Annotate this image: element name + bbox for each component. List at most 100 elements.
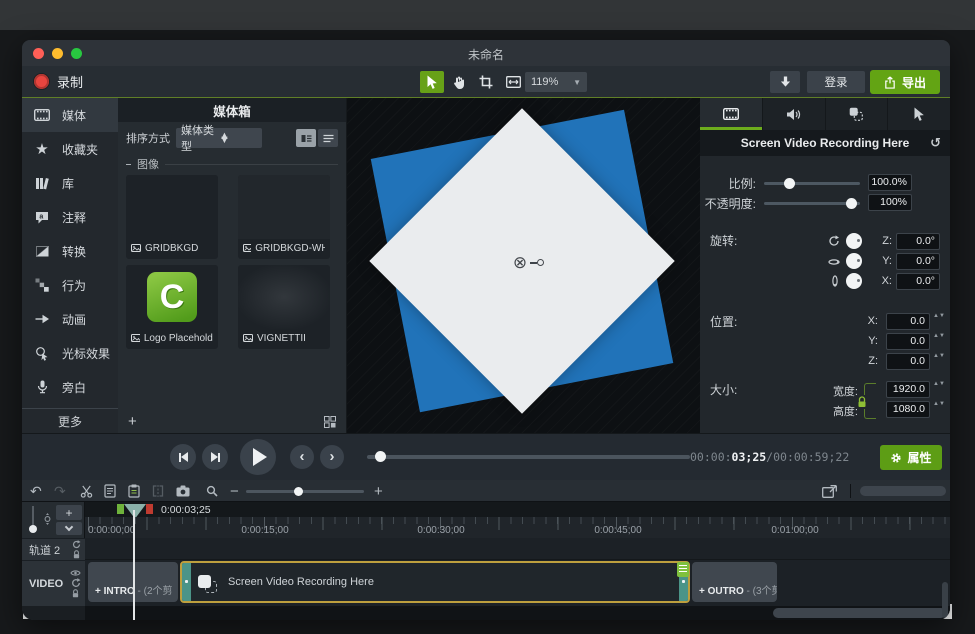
height-stepper[interactable]: ▲▼: [933, 402, 945, 407]
sidebar-item-animations[interactable]: 动画: [22, 302, 118, 336]
lock-icon[interactable]: [72, 550, 81, 559]
width-stepper[interactable]: ▲▼: [933, 382, 945, 387]
tab-video-properties[interactable]: [700, 98, 763, 130]
redo-button[interactable]: ↷: [54, 480, 66, 502]
tab-audio-properties[interactable]: [763, 98, 826, 130]
zoom-out-button[interactable]: −: [230, 480, 239, 502]
position-x-field[interactable]: 0.0: [886, 313, 930, 330]
sidebar-item-behaviors[interactable]: 行为: [22, 268, 118, 302]
download-button[interactable]: [770, 71, 800, 93]
outro-placeholder-clip[interactable]: + OUTRO - (3个剪: [692, 562, 777, 602]
track-lane-video[interactable]: + INTRO - (2个剪 Screen Video Recording He…: [85, 560, 950, 606]
rotation-y-field[interactable]: 0.0°: [896, 253, 940, 270]
media-item-gridbkgd[interactable]: GRIDBKGD: [126, 175, 218, 259]
rotate-y-knob[interactable]: [846, 253, 862, 269]
reset-properties-icon[interactable]: ↺: [930, 130, 941, 156]
tab-visual-effects[interactable]: [826, 98, 889, 130]
track-options-button[interactable]: [56, 522, 82, 535]
rotation-x-field[interactable]: 0.0°: [896, 273, 940, 290]
export-frame-icon[interactable]: [822, 480, 837, 502]
timeline-ruler[interactable]: 0:00:00;00 0:00:15;00 0:00:30;00 0:00:45…: [85, 517, 950, 538]
track-header-video[interactable]: VIDEO: [22, 560, 85, 606]
clip-trim-handle-left[interactable]: [182, 563, 191, 601]
in-point-marker[interactable]: [117, 504, 124, 514]
sort-by-dropdown[interactable]: 媒体类型 ▲▼: [176, 128, 262, 148]
track-header-track2[interactable]: 轨道 2: [22, 538, 85, 560]
scale-slider[interactable]: [764, 182, 860, 185]
opacity-slider-thumb[interactable]: [846, 198, 857, 209]
rotation-handle[interactable]: [537, 259, 544, 266]
group-grid-icon[interactable]: [324, 416, 336, 428]
scrubber-thumb[interactable]: [375, 451, 386, 462]
loop-icon[interactable]: [71, 578, 81, 588]
rotate-x-knob[interactable]: [846, 273, 862, 289]
height-field[interactable]: 1080.0: [886, 401, 930, 418]
record-button[interactable]: 录制: [34, 72, 83, 91]
track-lane-track2[interactable]: [85, 538, 950, 560]
position-y-field[interactable]: 0.0: [886, 333, 930, 350]
timeline-horizontal-scrollbar[interactable]: [773, 608, 946, 618]
login-button[interactable]: 登录: [807, 71, 865, 93]
out-point-marker[interactable]: [146, 504, 153, 514]
cut-button[interactable]: [80, 480, 93, 502]
sidebar-item-cursor-effects[interactable]: 光标效果: [22, 336, 118, 370]
select-tool-button[interactable]: [420, 71, 444, 93]
fit-tool-button[interactable]: [501, 71, 525, 93]
playhead-marker[interactable]: [124, 504, 146, 517]
track-height-fader-thumb[interactable]: [29, 525, 37, 533]
export-button[interactable]: 导出: [870, 70, 940, 94]
media-item-vignette[interactable]: VIGNETTII: [238, 265, 330, 349]
zoom-in-button[interactable]: +: [374, 480, 383, 502]
add-media-button[interactable]: +: [128, 414, 137, 429]
lock-icon[interactable]: [856, 395, 868, 409]
grid-view-button[interactable]: [296, 129, 316, 147]
sidebar-item-transitions[interactable]: 转换: [22, 234, 118, 268]
zoom-level-dropdown[interactable]: 119% ▼: [525, 72, 587, 92]
jump-to-end-button[interactable]: [202, 444, 228, 470]
next-frame-button[interactable]: ›: [320, 445, 344, 469]
crop-tool-button[interactable]: [474, 71, 498, 93]
properties-button[interactable]: 属性: [880, 445, 942, 470]
add-track-button[interactable]: +: [56, 505, 82, 520]
pan-tool-button[interactable]: [447, 71, 471, 93]
rotation-z-field[interactable]: 0.0°: [896, 233, 940, 250]
sidebar-item-narration[interactable]: 旁白: [22, 370, 118, 404]
rotation-anchor-icon[interactable]: ⊗: [511, 254, 529, 272]
width-field[interactable]: 1920.0: [886, 381, 930, 398]
loop-icon[interactable]: [72, 540, 81, 549]
scale-value-field[interactable]: 100.0%: [868, 174, 912, 191]
timeline-zoom-thumb[interactable]: [294, 487, 303, 496]
images-section-header[interactable]: 图像: [118, 156, 346, 172]
sidebar-item-library[interactable]: 库: [22, 166, 118, 200]
screenshot-button[interactable]: [176, 480, 190, 502]
split-button[interactable]: [152, 480, 164, 502]
editing-canvas[interactable]: ⊗: [347, 98, 700, 433]
screen-recording-clip[interactable]: Screen Video Recording Here: [180, 561, 690, 603]
position-x-stepper[interactable]: ▲▼: [933, 314, 945, 319]
copy-button[interactable]: [104, 480, 116, 502]
media-item-logo-placeholder[interactable]: C Logo Placeholder: [126, 265, 218, 349]
sidebar-item-annotations[interactable]: a 注释: [22, 200, 118, 234]
jump-to-start-button[interactable]: [170, 444, 196, 470]
tab-cursor-properties[interactable]: [888, 98, 950, 130]
position-y-stepper[interactable]: ▲▼: [933, 334, 945, 339]
playhead-line[interactable]: [133, 510, 135, 620]
sidebar-more-button[interactable]: 更多: [22, 408, 118, 433]
media-item-gridbkgd-white[interactable]: GRIDBKGD-WHI...: [238, 175, 330, 259]
sidebar-item-favorites[interactable]: ★ 收藏夹: [22, 132, 118, 166]
lock-icon[interactable]: [71, 589, 80, 598]
previous-frame-button[interactable]: ‹: [290, 445, 314, 469]
position-z-field[interactable]: 0.0: [886, 353, 930, 370]
playhead-strip[interactable]: 0:00:03;25: [85, 502, 950, 517]
rotate-z-knob[interactable]: [846, 233, 862, 249]
timeline-zoom-slider[interactable]: [246, 490, 364, 493]
list-view-button[interactable]: [318, 129, 338, 147]
scale-slider-thumb[interactable]: [784, 178, 795, 189]
position-z-stepper[interactable]: ▲▼: [933, 354, 945, 359]
zoom-tool-icon[interactable]: [206, 480, 218, 502]
play-button[interactable]: [240, 439, 276, 475]
undo-button[interactable]: ↶: [30, 480, 42, 502]
paste-button[interactable]: [128, 480, 140, 502]
sidebar-item-media[interactable]: 媒体: [22, 98, 118, 132]
scrubber-track[interactable]: [367, 455, 690, 459]
